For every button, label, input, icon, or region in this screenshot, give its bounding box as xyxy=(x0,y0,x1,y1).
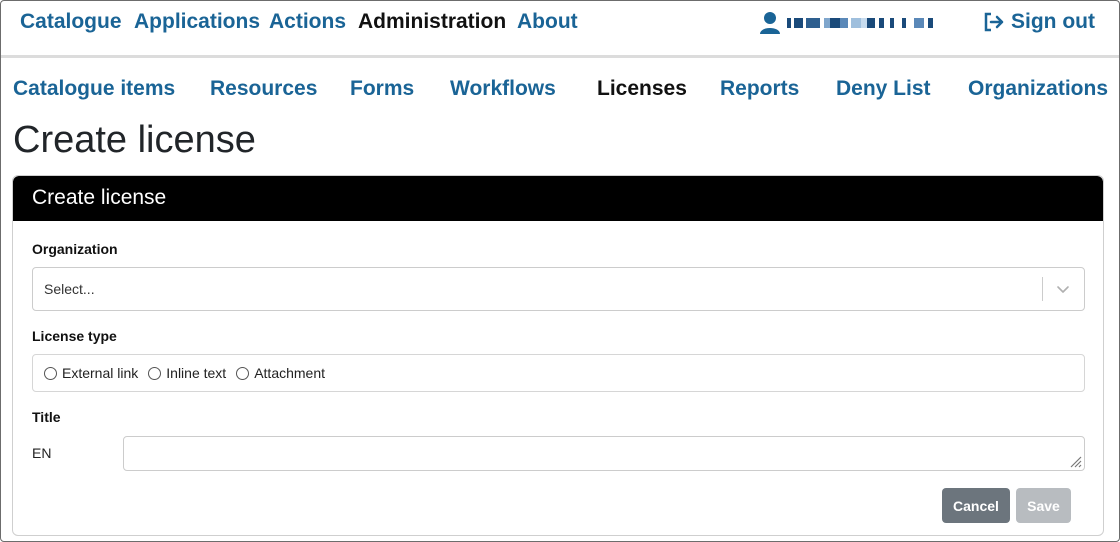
navbar-divider xyxy=(1,55,1119,58)
radio-inline-text-label: Inline text xyxy=(166,365,227,381)
app-window: Catalogue Applications Actions Administr… xyxy=(0,0,1120,542)
sign-out-button[interactable]: Sign out xyxy=(983,10,1095,34)
title-en-textarea[interactable] xyxy=(123,436,1085,471)
select-separator xyxy=(1042,277,1043,301)
radio-inline-text[interactable]: Inline text xyxy=(148,365,226,381)
tab-workflows[interactable]: Workflows xyxy=(450,77,556,101)
nav-actions[interactable]: Actions xyxy=(269,10,346,34)
chevron-down-icon[interactable] xyxy=(1054,280,1072,298)
organization-placeholder: Select... xyxy=(44,281,95,297)
tab-catalogue-items[interactable]: Catalogue items xyxy=(13,77,175,101)
user-info xyxy=(759,11,953,35)
user-icon xyxy=(760,12,780,34)
radio-button-icon[interactable] xyxy=(44,366,57,380)
radio-button-icon[interactable] xyxy=(236,366,250,380)
tab-deny-list[interactable]: Deny List xyxy=(836,77,931,101)
tab-organizations[interactable]: Organizations xyxy=(968,77,1108,101)
tab-forms[interactable]: Forms xyxy=(350,77,414,101)
nav-about[interactable]: About xyxy=(517,10,578,34)
tab-licenses[interactable]: Licenses xyxy=(597,77,687,101)
radio-button-icon[interactable] xyxy=(148,366,162,380)
username-redacted xyxy=(787,17,953,29)
title-label: Title xyxy=(32,409,61,425)
organization-select[interactable]: Select... xyxy=(32,267,1085,311)
radio-attachment-label: Attachment xyxy=(254,365,326,381)
title-language-en: EN xyxy=(32,445,52,461)
radio-external-link-label: External link xyxy=(62,365,139,381)
resize-handle-icon[interactable] xyxy=(1068,454,1082,468)
save-button[interactable]: Save xyxy=(1016,488,1071,523)
tab-resources[interactable]: Resources xyxy=(210,77,317,101)
sign-out-icon xyxy=(984,12,1004,32)
admin-subnav: Catalogue items Resources Forms Workflow… xyxy=(1,77,1119,107)
nav-applications[interactable]: Applications xyxy=(134,10,260,34)
nav-catalogue[interactable]: Catalogue xyxy=(20,10,122,34)
tab-reports[interactable]: Reports xyxy=(720,77,799,101)
create-license-form: Create license Organization Select... Li… xyxy=(12,175,1104,536)
cancel-button[interactable]: Cancel xyxy=(942,488,1010,523)
nav-administration[interactable]: Administration xyxy=(358,10,506,34)
license-type-radio-group: External link Inline text Attachment xyxy=(32,354,1085,392)
sign-out-label: Sign out xyxy=(1011,10,1095,33)
page-title: Create license xyxy=(13,119,256,161)
card-header: Create license xyxy=(13,176,1103,221)
radio-external-link[interactable]: External link xyxy=(44,365,138,381)
radio-attachment[interactable]: Attachment xyxy=(236,365,325,381)
organization-label: Organization xyxy=(32,241,118,257)
top-navbar: Catalogue Applications Actions Administr… xyxy=(1,1,1119,49)
license-type-label: License type xyxy=(32,328,117,344)
